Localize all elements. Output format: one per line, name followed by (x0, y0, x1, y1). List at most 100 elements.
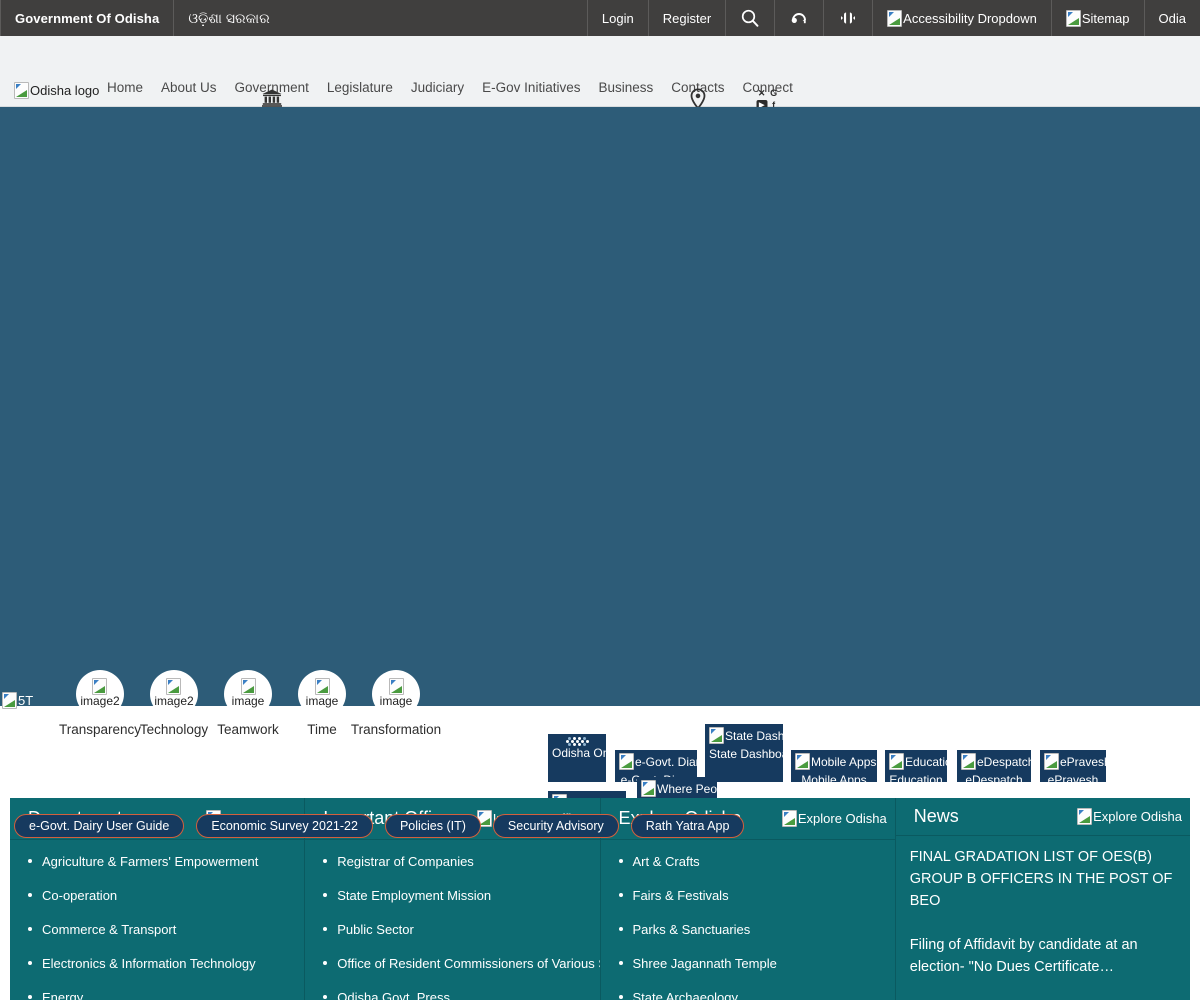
news-item[interactable]: FINAL GRADATION LIST OF OES(B) GROUP B O… (910, 846, 1180, 912)
tile-edespatch[interactable]: eDespatch eDespatch (957, 750, 1034, 787)
list-item[interactable]: Odisha Govt. Press (323, 990, 589, 1000)
panel-news: News Explore Odisha FINAL GRADATION LIST… (895, 798, 1190, 1000)
panel-body: Art & Crafts Fairs & Festivals Parks & S… (601, 840, 895, 1000)
list-item[interactable]: Co-operation (28, 888, 294, 903)
broken-image-icon (795, 753, 810, 770)
x-icon: ✕ (757, 88, 766, 98)
panel-title: News (913, 805, 959, 826)
tile-label: eDespatch (965, 773, 1023, 787)
five-t-item-alt-text: image2 (80, 694, 120, 708)
broken-image-icon (889, 753, 904, 770)
five-t-item-alt-text: image (305, 694, 339, 708)
list-item[interactable]: Commerce & Transport (28, 922, 294, 937)
departments-list: Agriculture & Farmers' Empowerment Co-op… (28, 854, 294, 1000)
pill-egovt-dairy-user-guide[interactable]: e-Govt. Dairy User Guide (14, 814, 185, 838)
nav-item-egov-initiatives[interactable]: E-Gov Initiatives (473, 80, 589, 107)
panel-body: FINAL GRADATION LIST OF OES(B) GROUP B O… (896, 836, 1190, 1000)
pill-security-advisory[interactable]: Security Advisory (492, 814, 619, 838)
nav-item-label: Legislature (326, 80, 393, 95)
list-item[interactable]: Energy (28, 990, 294, 1000)
list-item[interactable]: Agriculture & Farmers' Empowerment (28, 854, 294, 869)
tile-label: ePravesh (1047, 773, 1099, 787)
tile-odisha-one[interactable]: Odisha One (548, 734, 616, 782)
news-item[interactable]: Filing of Affidavit by candidate at an e… (910, 934, 1180, 978)
contrast-toggle-button[interactable] (823, 0, 872, 36)
odisha-one-logo-icon (552, 737, 602, 746)
broken-image-icon (781, 809, 797, 827)
bank-building-icon (261, 88, 283, 108)
panel-header-broken-image-icon: Explore Odisha (1077, 807, 1182, 825)
panel-header-alt-text: Explore Odisha (1093, 808, 1182, 824)
broken-image-icon (14, 82, 29, 99)
list-item[interactable]: Public Sector (323, 922, 589, 937)
tile-label: Mobile Apps (801, 773, 867, 787)
broken-image-icon (1044, 753, 1059, 770)
broken-image-icon (887, 9, 903, 27)
broken-image-icon (2, 692, 17, 709)
five-t-item-teamwork[interactable]: image Teamwork (217, 670, 279, 737)
sitemap-broken-image-icon: Sitemap (1065, 9, 1130, 27)
nav-item-judiciary[interactable]: Judiciary (402, 80, 473, 107)
odisha-logo[interactable]: Odisha logo (14, 82, 99, 104)
pill-rath-yatra-app[interactable]: Rath Yatra App (630, 814, 745, 838)
accessibility-help-button[interactable] (774, 0, 823, 36)
nav-item-about-us[interactable]: About Us (152, 80, 226, 107)
five-t-item-broken-image-icon: image (232, 678, 264, 708)
search-button[interactable] (725, 0, 774, 36)
five-t-item-technology[interactable]: image2 Technology (140, 670, 208, 737)
five-t-item-label: Technology (139, 722, 209, 737)
tile-alt-text: e-Govt. Diary (635, 754, 706, 769)
five-t-item-time[interactable]: image Time (298, 670, 346, 737)
accessibility-dropdown-broken-image-icon: Accessibility Dropdown (887, 9, 1037, 27)
panel-header: News Explore Odisha (895, 798, 1190, 836)
tile-broken-image-icon: State Dashboard (709, 727, 815, 744)
pill-economic-survey[interactable]: Economic Survey 2021-22 (196, 814, 373, 838)
list-item[interactable]: Parks & Sanctuaries (618, 922, 885, 937)
nav-item-label: Judiciary (410, 80, 465, 95)
tile-broken-image-icon: eDespatch (961, 753, 1034, 770)
language-switch-odia[interactable]: Odia (1143, 0, 1200, 36)
list-item[interactable]: State Employment Mission (323, 888, 589, 903)
sitemap-link[interactable]: Sitemap (1050, 0, 1144, 36)
five-t-item-label: Time (307, 722, 337, 737)
list-item[interactable]: Shree Jagannath Temple (618, 956, 885, 971)
five-t-banner[interactable]: 5T (2, 692, 33, 714)
nav-item-connect[interactable]: ✕ G ▶ f Connect (734, 80, 802, 111)
tile-broken-image-icon: Mobile Apps (795, 753, 876, 770)
five-t-strip: 5T image2 Transparency image2 Technology… (0, 662, 1200, 737)
panel-header-alt-text: Explore Odisha (797, 810, 887, 826)
list-item[interactable]: Electronics & Information Technology (28, 956, 294, 971)
list-item[interactable]: State Archaeology (618, 990, 885, 1000)
tile-broken-image-icon: Education (889, 753, 958, 770)
five-t-item-broken-image-icon: image (380, 678, 412, 708)
accessibility-dropdown-button[interactable]: Accessibility Dropdown (872, 0, 1051, 36)
tile-epravesh[interactable]: ePravesh ePravesh (1040, 750, 1111, 787)
list-item[interactable]: Art & Crafts (618, 854, 885, 869)
list-item[interactable]: Office of Resident Commissioners of Vari… (323, 956, 600, 971)
nav-item-business[interactable]: Business (589, 80, 662, 107)
tile-mobile-apps[interactable]: Mobile Apps Mobile Apps (791, 750, 877, 787)
panel-body: Agriculture & Farmers' Empowerment Co-op… (10, 840, 304, 1000)
panel-header-broken-image-icon: Explore Odisha (781, 809, 887, 827)
nav-item-legislature[interactable]: Legislature (318, 80, 402, 107)
list-item[interactable]: Registrar of Companies (323, 854, 589, 869)
nav-item-contacts[interactable]: Contacts (662, 80, 733, 110)
register-link[interactable]: Register (647, 0, 725, 36)
login-link[interactable]: Login (586, 0, 648, 36)
five-t-item-transparency[interactable]: image2 Transparency (59, 670, 141, 737)
nav-items: Home About Us Government Legislature Jud… (98, 36, 802, 111)
nav-item-home[interactable]: Home (98, 80, 152, 107)
tile-alt-text: Where People Matter (657, 781, 771, 796)
tile-state-dashboard[interactable]: State Dashboard State Dashboard (705, 724, 815, 782)
list-item[interactable]: Fairs & Festivals (618, 888, 885, 903)
pill-policies-it[interactable]: Policies (IT) (384, 814, 481, 838)
odisha-logo-broken-image-icon: Odisha logo (14, 82, 99, 99)
nav-item-label: Home (107, 80, 144, 95)
five-t-item-broken-image-icon: image2 (154, 678, 194, 708)
important-offices-list: Registrar of Companies State Employment … (323, 854, 600, 1000)
five-t-item-transformation[interactable]: image Transformation (351, 670, 441, 737)
tile-broken-image-icon: Where People Matter (641, 780, 770, 797)
tile-education[interactable]: Education Education (885, 750, 958, 787)
nav-item-government[interactable]: Government (226, 80, 318, 107)
